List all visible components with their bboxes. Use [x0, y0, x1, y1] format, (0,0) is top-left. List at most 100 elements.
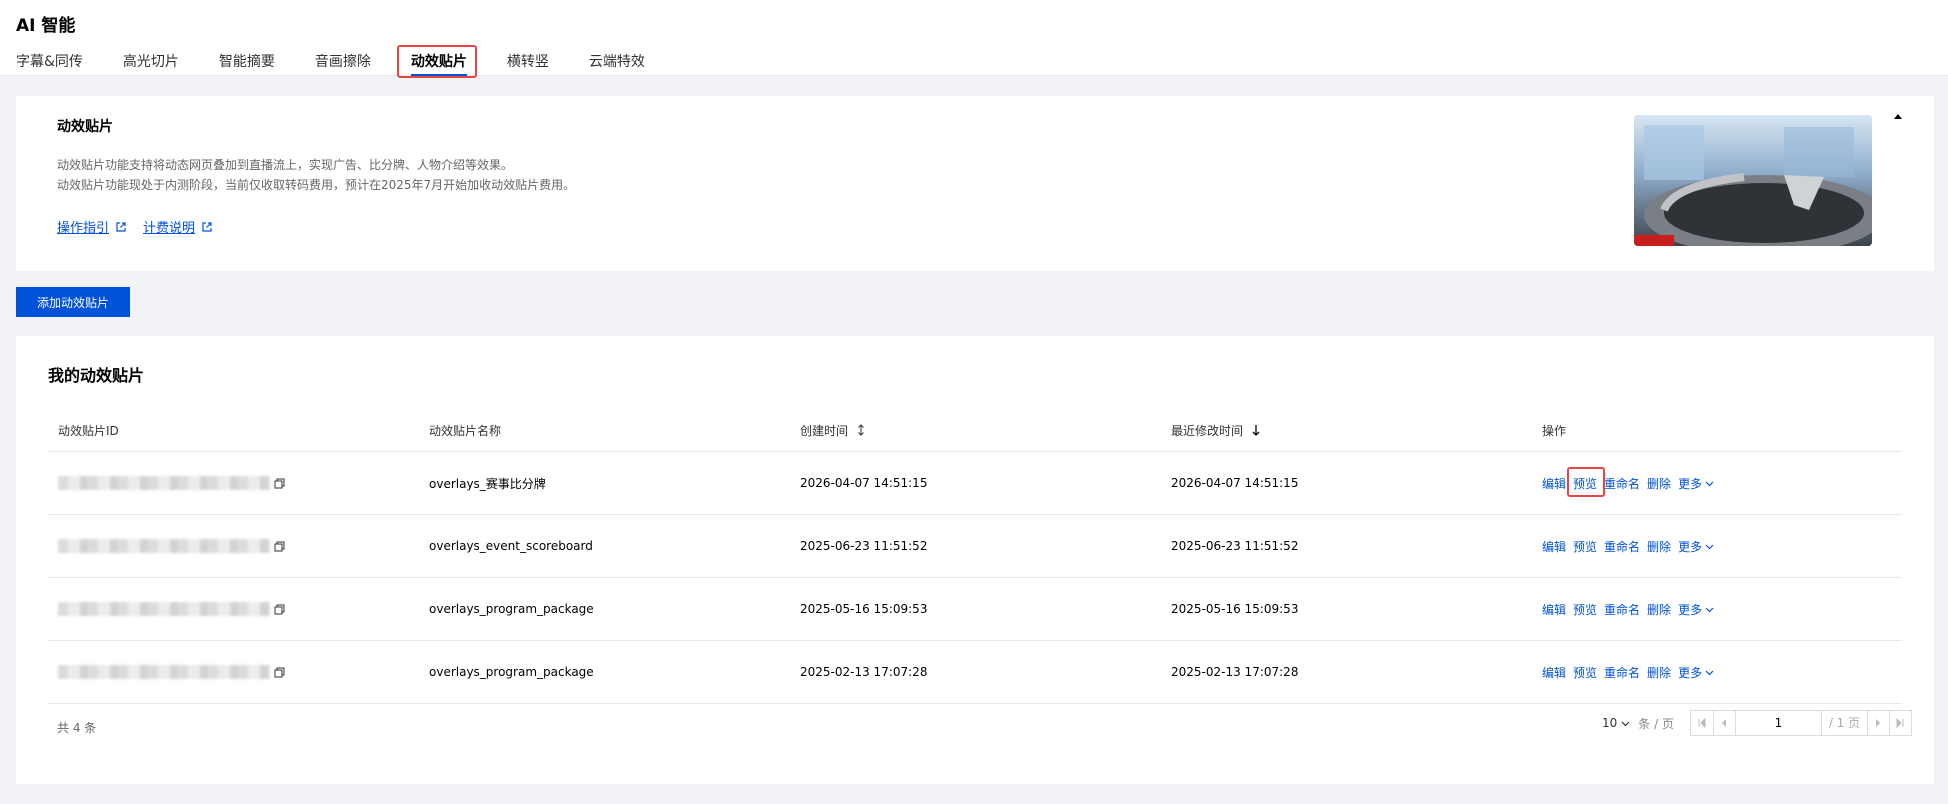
modified-time-cell: 2025-06-23 11:51:52 — [1171, 539, 1299, 553]
billing-link[interactable]: 计费说明 — [143, 217, 213, 236]
delete-button[interactable]: 删除 — [1647, 475, 1671, 492]
redacted-id — [58, 665, 270, 679]
more-menu-button[interactable]: 更多 — [1678, 664, 1714, 681]
next-page-button[interactable] — [1866, 711, 1889, 735]
copy-icon[interactable] — [274, 667, 285, 678]
rename-button[interactable]: 重命名 — [1604, 664, 1640, 681]
created-time-cell: 2025-02-13 17:07:28 — [800, 665, 928, 679]
tab-highlight-clip[interactable]: 高光切片 — [123, 48, 179, 76]
created-time-cell: 2026-04-07 14:51:15 — [800, 476, 928, 490]
col-created-header[interactable]: 创建时间 — [790, 422, 1161, 439]
copy-icon[interactable] — [274, 478, 285, 489]
tab-landscape-to-portrait[interactable]: 横转竖 — [507, 48, 549, 76]
more-menu-button[interactable]: 更多 — [1678, 475, 1714, 492]
sort-icon[interactable] — [856, 424, 866, 436]
chevron-down-icon — [1621, 721, 1630, 726]
delete-button[interactable]: 删除 — [1647, 538, 1671, 555]
more-label: 更多 — [1678, 539, 1703, 554]
studio-illustration — [1634, 115, 1872, 246]
preview-button[interactable]: 预览 — [1573, 601, 1597, 618]
pagination: 10 条 / 页 / 1 页 — [1602, 710, 1912, 736]
rename-button[interactable]: 重命名 — [1604, 538, 1640, 555]
intro-card: 动效贴片 动效贴片功能支持将动态网页叠加到直播流上，实现广告、比分牌、人物介绍等… — [16, 96, 1934, 271]
preview-button[interactable]: 预览 — [1573, 538, 1597, 555]
rename-button[interactable]: 重命名 — [1604, 475, 1640, 492]
page-size-select[interactable]: 10 — [1602, 716, 1630, 730]
overlay-id-cell — [48, 539, 419, 553]
more-label: 更多 — [1678, 665, 1703, 680]
intro-title: 动效贴片 — [57, 119, 113, 135]
tab-overlays[interactable]: 动效贴片 — [410, 48, 467, 76]
overlay-id-cell — [48, 602, 419, 616]
table-row: overlays_program_package 2025-02-13 17:0… — [48, 641, 1902, 704]
preview-button[interactable]: 预览 — [1573, 664, 1597, 681]
ops-cell: 编辑 预览 重命名 删除 更多 — [1532, 664, 1902, 681]
col-modified-header[interactable]: 最近修改时间 — [1161, 422, 1532, 439]
prev-page-icon — [1722, 719, 1727, 727]
overlay-table: 动效贴片ID 动效贴片名称 创建时间 最近修改时间 操作 overlays_赛事… — [48, 409, 1902, 704]
preview-button[interactable]: 预览 — [1573, 475, 1597, 492]
delete-button[interactable]: 删除 — [1647, 664, 1671, 681]
redacted-id — [58, 476, 270, 490]
total-count: 共 4 条 — [57, 721, 97, 735]
billing-link-label: 计费说明 — [143, 221, 196, 236]
overlay-preview-image — [1634, 115, 1872, 246]
chevron-down-icon — [1705, 670, 1714, 675]
copy-icon[interactable] — [274, 604, 285, 615]
tab-erase[interactable]: 音画擦除 — [315, 48, 371, 76]
table-row: overlays_event_scoreboard 2025-06-23 11:… — [48, 515, 1902, 578]
page-size-unit: 条 / 页 — [1638, 716, 1674, 731]
first-page-icon — [1698, 718, 1706, 728]
modified-time-cell: 2025-02-13 17:07:28 — [1171, 665, 1299, 679]
chevron-down-icon — [1705, 607, 1714, 612]
guide-link[interactable]: 操作指引 — [57, 217, 127, 236]
first-page-button[interactable] — [1691, 711, 1713, 735]
more-label: 更多 — [1678, 602, 1703, 617]
page-nav: / 1 页 — [1689, 710, 1912, 736]
add-overlay-button[interactable]: 添加动效贴片 — [16, 287, 130, 317]
page-size-value: 10 — [1602, 716, 1618, 730]
tab-cloud-effects[interactable]: 云端特效 — [589, 48, 645, 76]
col-modified-label: 最近修改时间 — [1171, 423, 1244, 438]
ops-cell: 编辑 预览 重命名 删除 更多 — [1532, 538, 1902, 555]
modified-time-cell: 2025-05-16 15:09:53 — [1171, 602, 1299, 616]
page-number-input[interactable] — [1734, 711, 1821, 735]
more-label: 更多 — [1678, 476, 1703, 491]
more-menu-button[interactable]: 更多 — [1678, 601, 1714, 618]
edit-button[interactable]: 编辑 — [1542, 664, 1566, 681]
overlay-id-cell — [48, 476, 419, 490]
created-time-cell: 2025-05-16 15:09:53 — [800, 602, 928, 616]
overlay-name-cell: overlays_program_package — [429, 665, 594, 679]
overlay-name-cell: overlays_event_scoreboard — [429, 539, 593, 553]
edit-button[interactable]: 编辑 — [1542, 538, 1566, 555]
edit-button[interactable]: 编辑 — [1542, 475, 1566, 492]
sort-descending-icon[interactable] — [1251, 424, 1261, 436]
collapse-icon[interactable] — [1892, 110, 1904, 122]
prev-page-button[interactable] — [1712, 711, 1735, 735]
more-menu-button[interactable]: 更多 — [1678, 538, 1714, 555]
created-time-cell: 2025-06-23 11:51:52 — [800, 539, 928, 553]
list-title: 我的动效贴片 — [48, 366, 145, 385]
next-page-icon — [1876, 719, 1881, 727]
rename-button[interactable]: 重命名 — [1604, 601, 1640, 618]
tab-subtitle[interactable]: 字幕&同传 — [16, 48, 83, 76]
modified-time-cell: 2026-04-07 14:51:15 — [1171, 476, 1299, 490]
overlay-id-cell — [48, 665, 419, 679]
overlay-list-card: 我的动效贴片 动效贴片ID 动效贴片名称 创建时间 最近修改时间 操作 over… — [16, 336, 1934, 784]
external-link-icon — [202, 221, 212, 232]
tab-summary[interactable]: 智能摘要 — [219, 48, 275, 76]
total-pages: / 1 页 — [1820, 711, 1867, 735]
ops-cell: 编辑 预览 重命名 删除 更多 — [1532, 601, 1902, 618]
edit-button[interactable]: 编辑 — [1542, 601, 1566, 618]
intro-desc-line2: 动效贴片功能现处于内测阶段，当前仅收取转码费用，预计在2025年7月开始加收动效… — [57, 178, 576, 192]
external-link-icon — [116, 221, 126, 232]
last-page-button[interactable] — [1888, 711, 1911, 735]
redacted-id — [58, 539, 270, 553]
delete-button[interactable]: 删除 — [1647, 601, 1671, 618]
table-row: overlays_赛事比分牌 2026-04-07 14:51:15 2026-… — [48, 452, 1902, 515]
col-created-label: 创建时间 — [800, 423, 849, 438]
page-title: AI 智能 — [16, 16, 76, 36]
copy-icon[interactable] — [274, 541, 285, 552]
last-page-icon — [1896, 718, 1904, 728]
intro-description: 动效贴片功能支持将动态网页叠加到直播流上，实现广告、比分牌、人物介绍等效果。 动… — [57, 155, 575, 195]
